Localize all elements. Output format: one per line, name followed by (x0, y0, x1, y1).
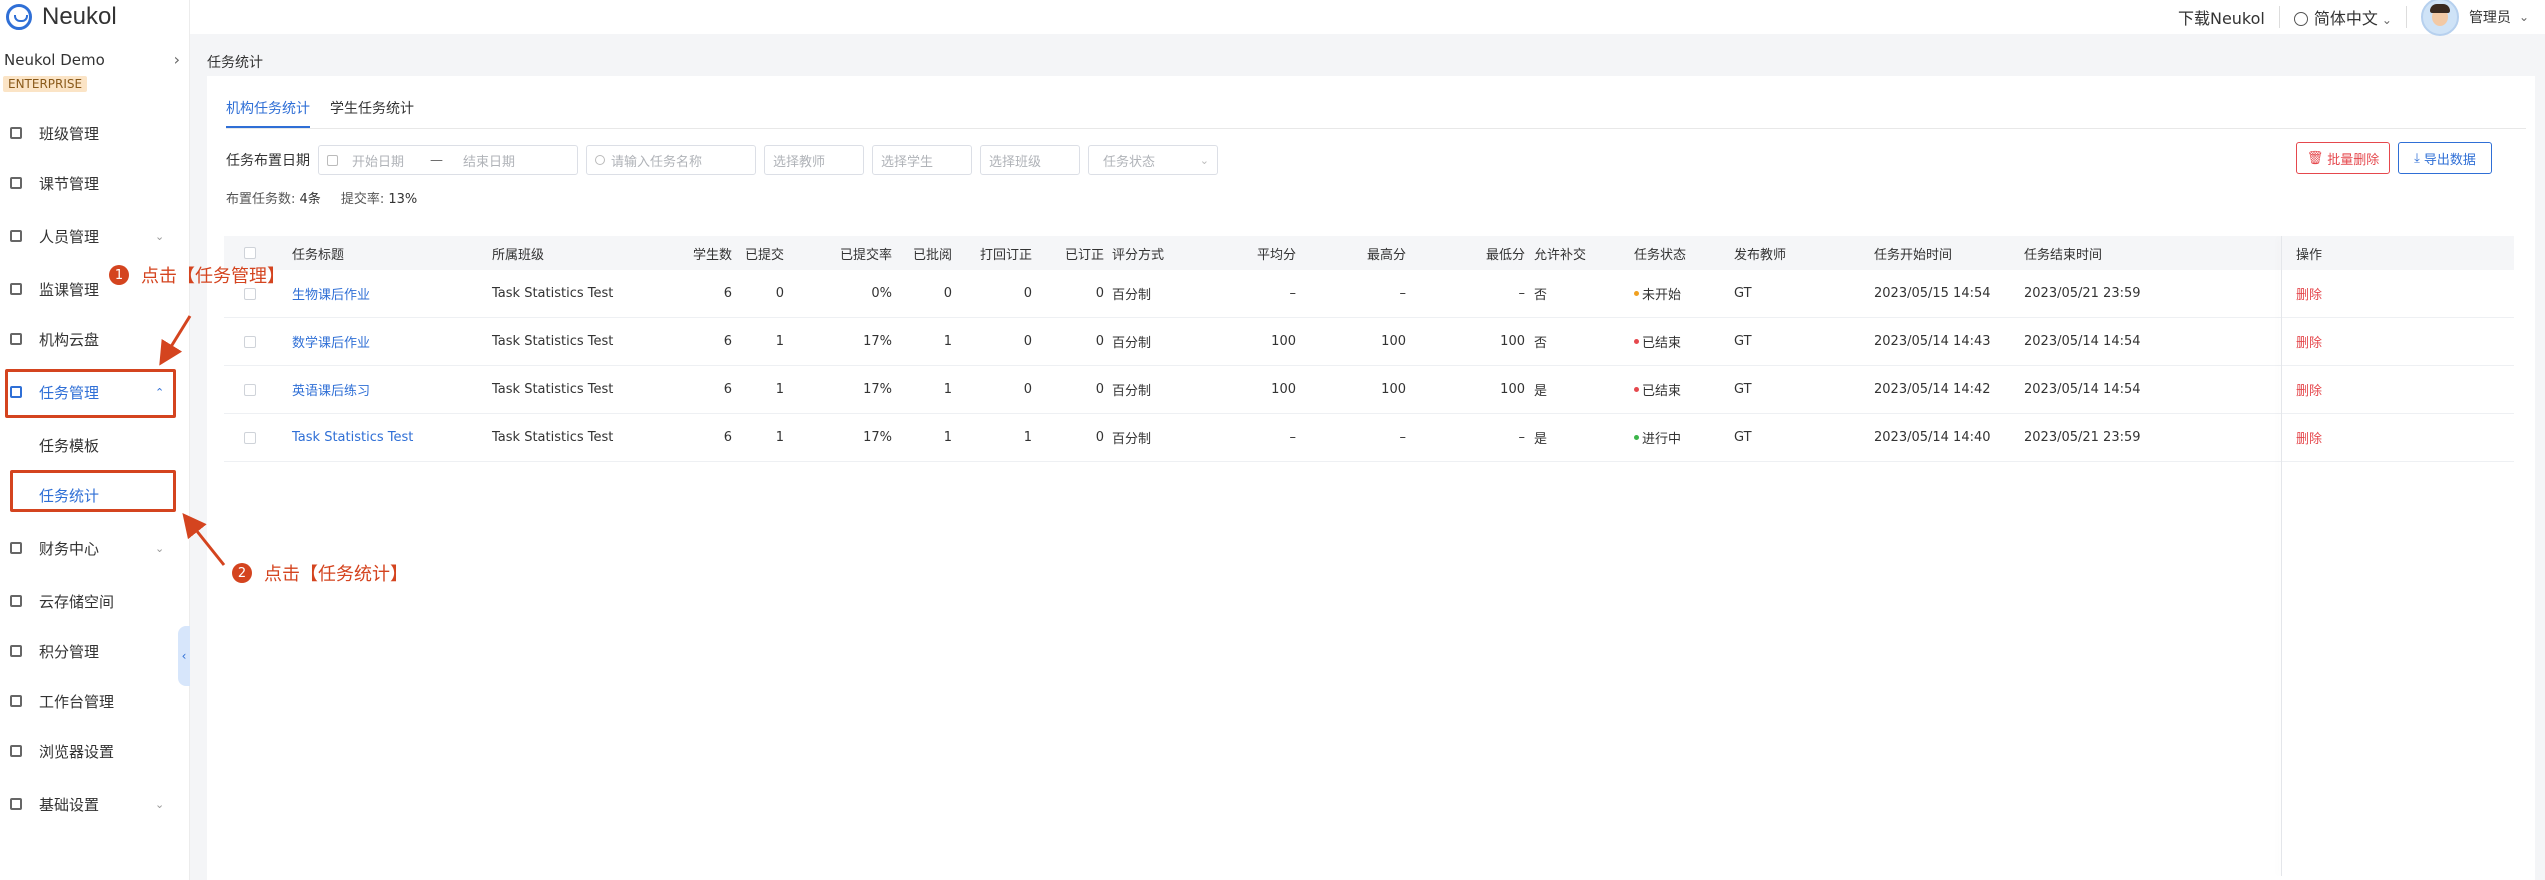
annotation-arrows (159, 315, 226, 566)
arrow-step-1 (159, 315, 192, 366)
arrow-step-2 (182, 512, 226, 566)
